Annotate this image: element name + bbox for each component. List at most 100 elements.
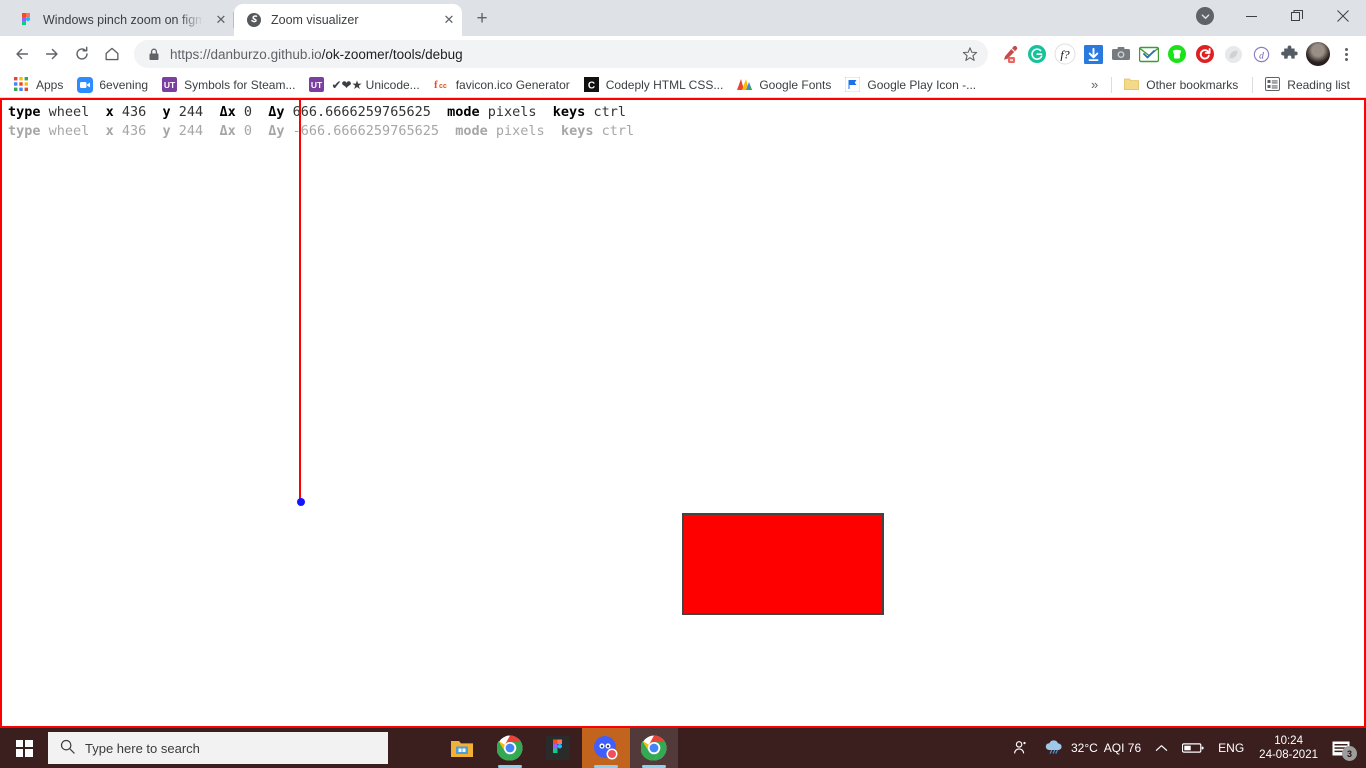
svg-text:cc: cc bbox=[439, 83, 447, 90]
taskbar-app-file-explorer[interactable] bbox=[438, 728, 486, 768]
bookmark-item-google-play-icon[interactable]: Google Play Icon -... bbox=[839, 74, 984, 96]
fonts-ninja-icon[interactable]: f? bbox=[1052, 41, 1078, 67]
new-tab-button[interactable]: + bbox=[468, 5, 496, 33]
event-key-y: y bbox=[162, 123, 171, 139]
taskbar-app-google-chrome-window[interactable] bbox=[630, 728, 678, 768]
bookmark-item-unicode[interactable]: UT ✔❤★ Unicode... bbox=[303, 74, 427, 96]
clock-time: 10:24 bbox=[1274, 735, 1303, 747]
svg-text:UT: UT bbox=[164, 80, 176, 90]
taskbar-search-box[interactable]: Type here to search bbox=[48, 732, 388, 764]
back-icon[interactable] bbox=[8, 40, 36, 68]
sketch-icon[interactable] bbox=[1220, 41, 1246, 67]
browser-tab-2[interactable]: Zoom visualizer ✕ bbox=[234, 4, 462, 36]
bookmark-label: Google Play Icon -... bbox=[867, 77, 977, 92]
flag-icon bbox=[844, 76, 861, 93]
codeply-icon: C bbox=[583, 76, 600, 93]
tab-search-button[interactable] bbox=[1182, 0, 1228, 32]
battery-icon[interactable] bbox=[1175, 728, 1211, 768]
taskbar-app-discord[interactable] bbox=[582, 728, 630, 768]
adblock-icon[interactable] bbox=[1164, 41, 1190, 67]
event-key-keys: keys bbox=[560, 123, 594, 139]
people-icon[interactable] bbox=[1004, 728, 1036, 768]
bookmark-label: ✔❤★ Unicode... bbox=[331, 77, 420, 92]
ut-icon: UT bbox=[162, 76, 178, 93]
mail-icon[interactable] bbox=[1136, 41, 1162, 67]
chevron-down-icon bbox=[1196, 7, 1214, 25]
ut-icon: UT bbox=[309, 76, 325, 93]
event-key-dy: Δy bbox=[268, 104, 285, 120]
gesture-vector-line bbox=[299, 100, 301, 504]
wheel-event-line-1: type wheel x 436 y 244 Δx 0 Δy 666.66662… bbox=[2, 100, 1364, 122]
bookmark-item-6evening[interactable]: 6evening bbox=[71, 74, 156, 96]
svg-text:C: C bbox=[588, 80, 595, 91]
bookmark-label: favicon.ico Generator bbox=[455, 77, 570, 92]
event-key-dx: Δx bbox=[219, 104, 236, 120]
show-hidden-icons-button[interactable] bbox=[1148, 728, 1175, 768]
restore-button[interactable] bbox=[1274, 0, 1320, 32]
bookmark-item-codeply[interactable]: C Codeply HTML CSS... bbox=[578, 74, 732, 96]
puzzle-icon[interactable] bbox=[1276, 41, 1302, 67]
event-value-keys: ctrl bbox=[601, 123, 635, 139]
url-domain: https://danburzo.github.io bbox=[170, 46, 322, 62]
event-key-dy: Δy bbox=[268, 123, 285, 139]
event-key-type: type bbox=[8, 104, 41, 120]
weather-aqi: AQI 76 bbox=[1103, 741, 1142, 755]
minimize-button[interactable] bbox=[1228, 0, 1274, 32]
other-bookmarks-label: Other bookmarks bbox=[1146, 77, 1239, 92]
favicon-cc-icon: f cc bbox=[434, 77, 450, 93]
close-icon[interactable]: ✕ bbox=[440, 11, 458, 29]
language-indicator[interactable]: ENG bbox=[1211, 728, 1251, 768]
eyedropper-icon[interactable] bbox=[996, 41, 1022, 67]
close-icon[interactable]: ✕ bbox=[212, 11, 230, 29]
start-button[interactable] bbox=[0, 728, 48, 768]
reading-list-button[interactable]: Reading list bbox=[1259, 74, 1358, 96]
bookmark-item-symbols-for-steam[interactable]: UT Symbols for Steam... bbox=[156, 74, 303, 96]
dictionary-icon[interactable]: d bbox=[1248, 41, 1274, 67]
event-key-x: x bbox=[105, 123, 114, 139]
address-bar[interactable]: https://danburzo.github.io/ok-zoomer/too… bbox=[134, 40, 988, 68]
event-value-x: 436 bbox=[121, 104, 147, 120]
close-button[interactable] bbox=[1320, 0, 1366, 32]
browser-window: Windows pinch zoom on figma is ✕ Zoom vi… bbox=[0, 0, 1366, 728]
forward-icon[interactable] bbox=[38, 40, 66, 68]
event-value-type: wheel bbox=[48, 123, 90, 139]
weather-icon bbox=[1043, 738, 1065, 759]
weather-temp: 32°C bbox=[1070, 741, 1098, 755]
gesture-origin-point bbox=[297, 498, 305, 506]
bookmark-item-favicon-generator[interactable]: f cc favicon.ico Generator bbox=[428, 74, 578, 96]
page-viewport[interactable]: type wheel x 436 y 244 Δx 0 Δy 666.66662… bbox=[0, 98, 1366, 728]
svg-text:d: d bbox=[1259, 51, 1264, 61]
weather-widget[interactable]: 32°C AQI 76 bbox=[1036, 728, 1148, 768]
bookmark-label: Codeply HTML CSS... bbox=[605, 77, 724, 92]
other-bookmarks-button[interactable]: Other bookmarks bbox=[1118, 74, 1246, 96]
notification-center-button[interactable]: 3 bbox=[1326, 728, 1360, 768]
taskbar-app-google-chrome[interactable] bbox=[486, 728, 534, 768]
search-icon bbox=[60, 739, 75, 757]
browser-tab-1[interactable]: Windows pinch zoom on figma is ✕ bbox=[6, 4, 234, 36]
taskbar-app-figma[interactable] bbox=[534, 728, 582, 768]
event-value-y: 244 bbox=[178, 123, 204, 139]
home-icon[interactable] bbox=[98, 40, 126, 68]
avatar[interactable] bbox=[1306, 42, 1330, 66]
event-value-dy: -666.6666259765625 bbox=[292, 123, 439, 139]
bookmark-item-apps[interactable]: Apps bbox=[8, 74, 71, 96]
screenshot-icon[interactable] bbox=[1108, 41, 1134, 67]
zoom-target-rectangle[interactable] bbox=[682, 513, 884, 615]
system-tray: 32°C AQI 76 ENG 10:24 24-08-2021 3 bbox=[1004, 728, 1366, 768]
chrome-menu-icon[interactable] bbox=[1334, 47, 1358, 61]
bookmark-item-google-fonts[interactable]: Google Fonts bbox=[731, 74, 839, 96]
event-key-y: y bbox=[162, 104, 171, 120]
bookmark-star-icon[interactable] bbox=[956, 40, 984, 68]
refresh-block-icon[interactable] bbox=[1192, 41, 1218, 67]
svg-text:f?: f? bbox=[1060, 48, 1069, 62]
download-icon[interactable] bbox=[1080, 41, 1106, 67]
clock[interactable]: 10:24 24-08-2021 bbox=[1251, 734, 1326, 762]
event-key-mode: mode bbox=[455, 123, 488, 139]
reload-icon[interactable] bbox=[68, 40, 96, 68]
grammarly-icon[interactable] bbox=[1024, 41, 1050, 67]
notification-badge: 3 bbox=[1342, 746, 1357, 761]
tab-title: Windows pinch zoom on figma is bbox=[43, 13, 203, 27]
bookmarks-divider-2 bbox=[1252, 76, 1254, 93]
bookmarks-overflow-button[interactable]: » bbox=[1084, 74, 1105, 95]
reading-list-icon bbox=[1265, 76, 1281, 93]
